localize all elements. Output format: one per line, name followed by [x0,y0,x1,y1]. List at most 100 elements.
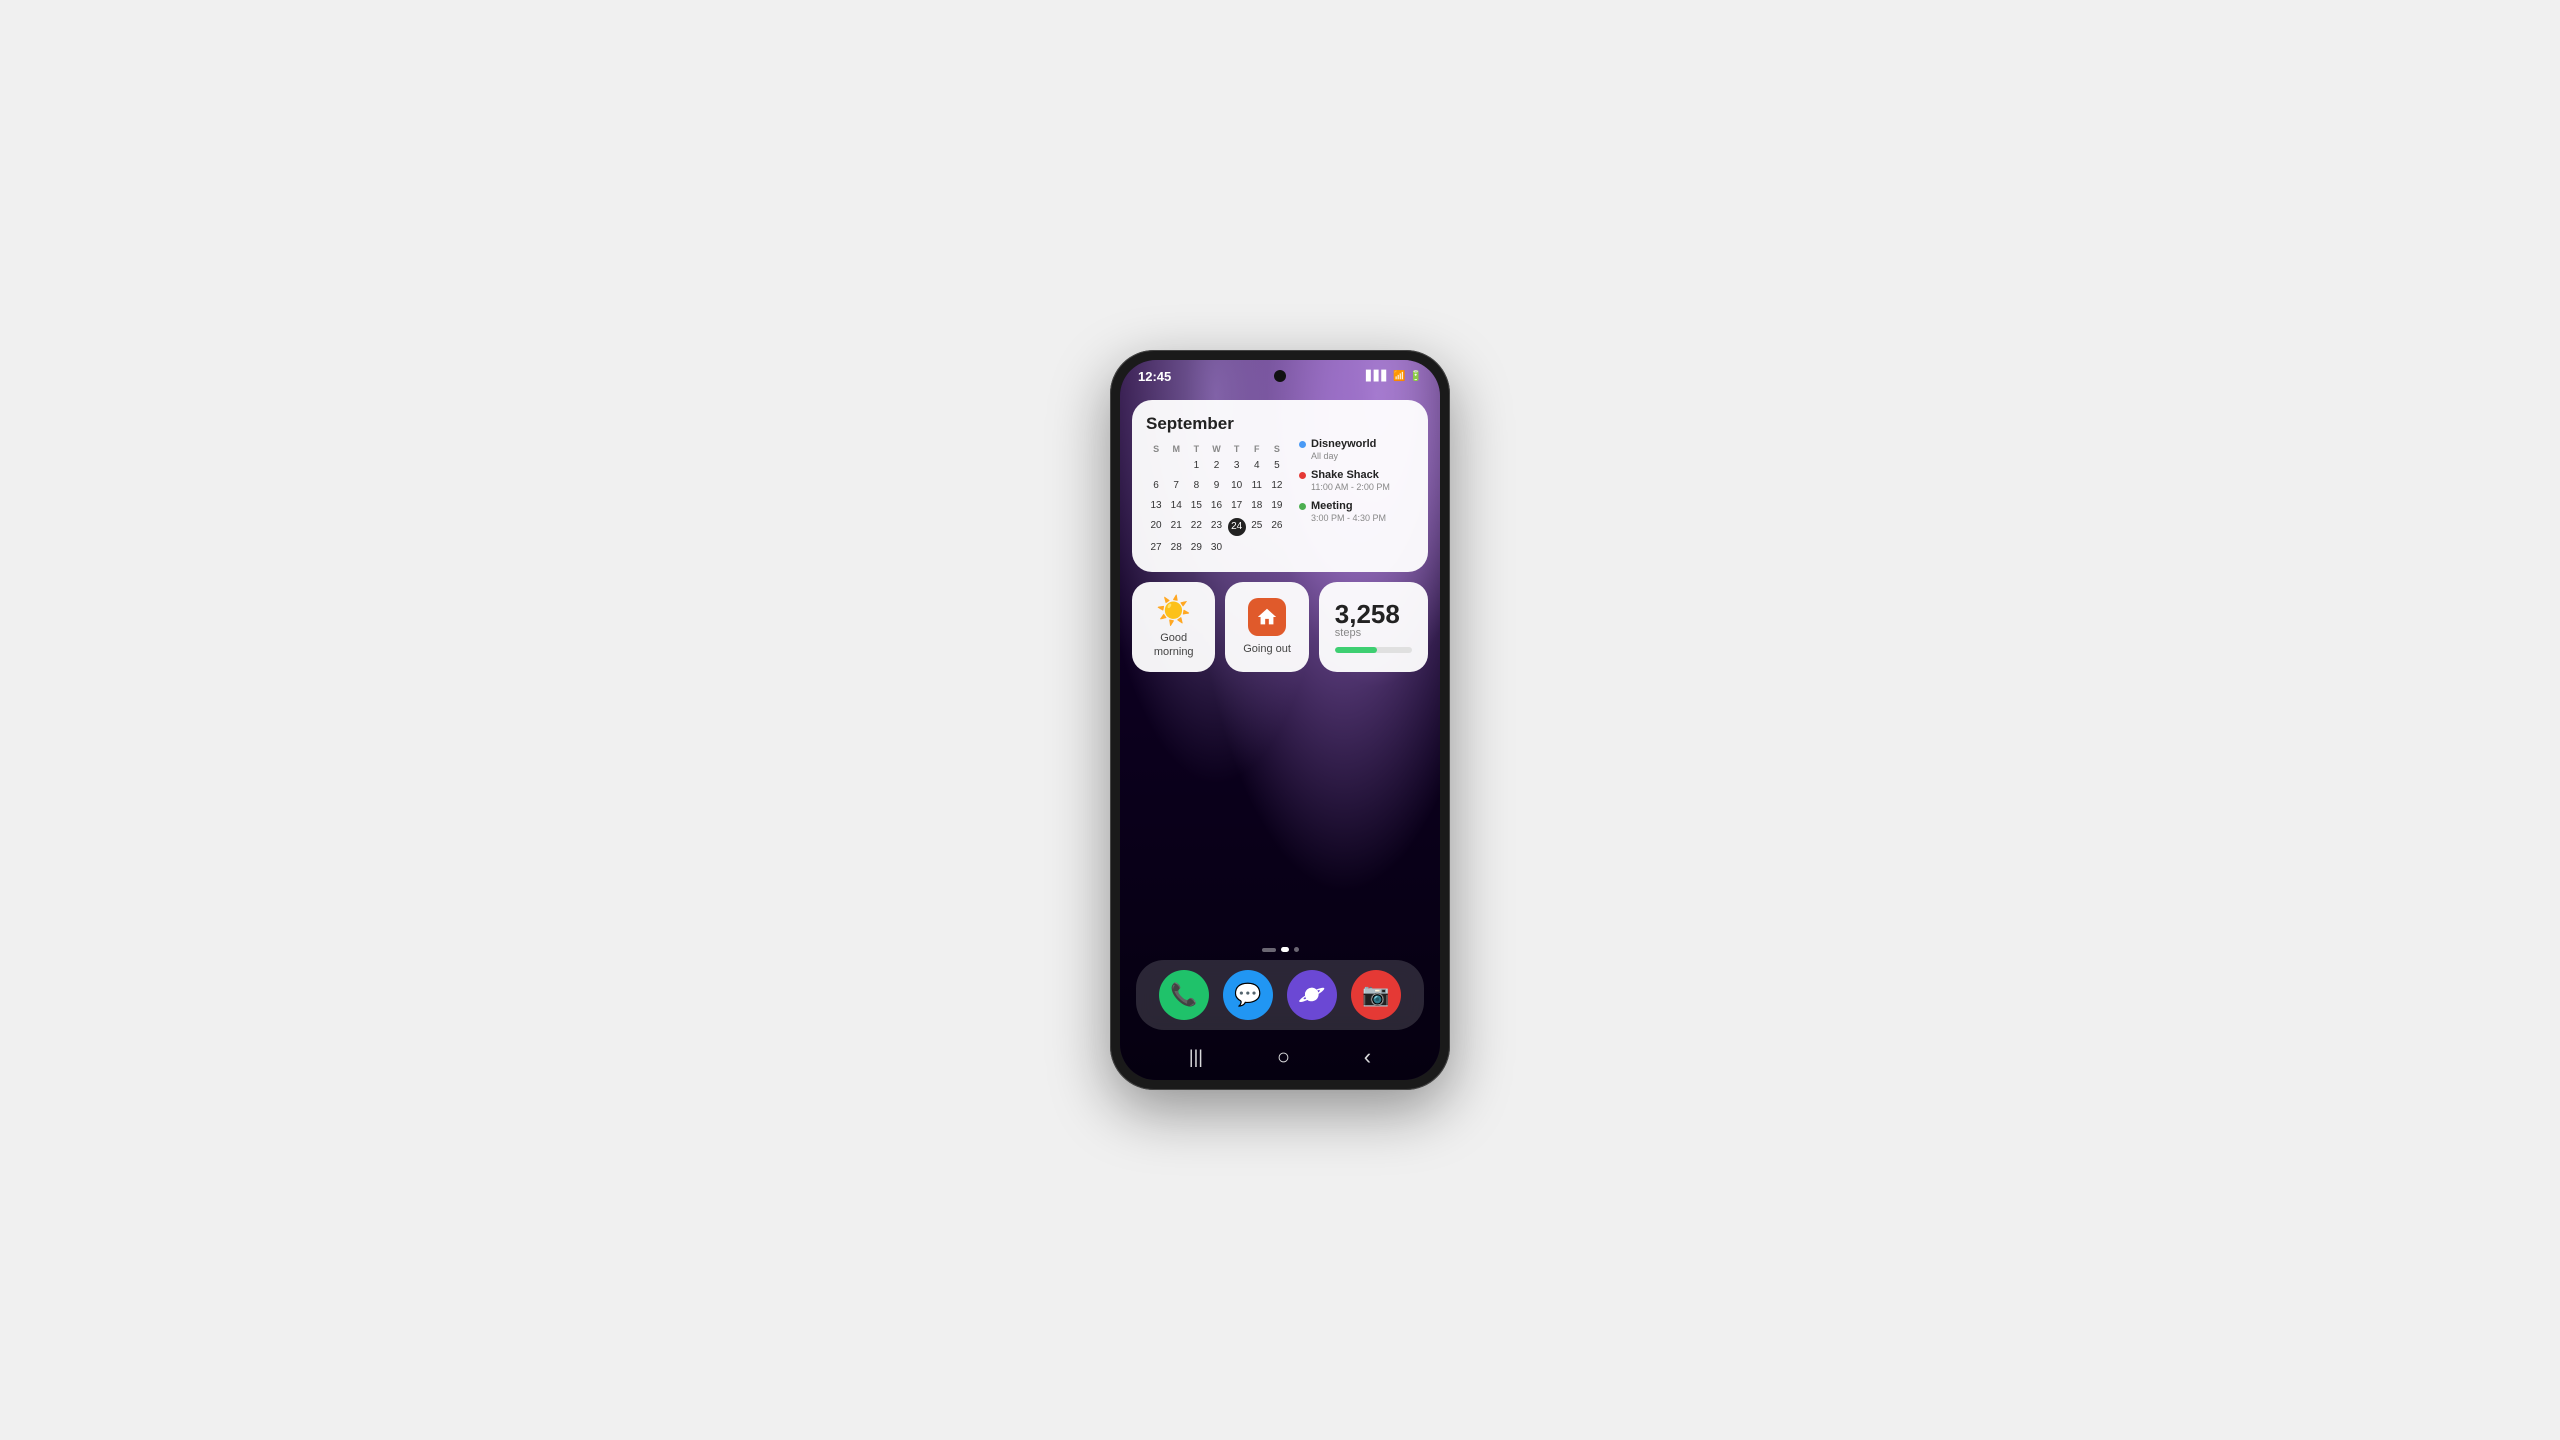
cal-hdr-tue: T [1186,442,1206,456]
cal-day: 2 [1206,456,1226,476]
event-dot-red [1299,472,1306,479]
cal-hdr-sat: S [1267,442,1287,456]
app-dock: 📞 💬 🪐 📷 [1136,960,1424,1030]
cal-week-4: 20 21 22 23 24 25 26 [1146,516,1287,538]
main-content: September S M T W T F S - [1120,392,1440,1080]
cal-day: 30 [1206,538,1226,558]
recent-apps-icon: ||| [1189,1047,1203,1067]
smartthings-label: Going out [1243,642,1291,656]
home-svg [1256,606,1278,628]
cal-day: 26 [1267,516,1287,538]
calendar-widget[interactable]: September S M T W T F S - [1132,400,1428,572]
wifi-icon: 📶 [1393,371,1405,382]
status-time: 12:45 [1138,369,1171,384]
event-time-meeting: 3:00 PM - 4:30 PM [1311,513,1414,523]
camera-notch [1274,370,1286,382]
cal-day: - [1146,456,1166,476]
event-disneyworld: Disneyworld All day [1299,438,1414,461]
steps-label: steps [1335,627,1361,639]
event-time-disneyworld: All day [1311,451,1414,461]
cal-day: - [1247,538,1267,558]
calendar-header-row: S M T W T F S [1146,442,1287,456]
cal-day: 1 [1186,456,1206,476]
widgets-row: ☀️ Good morning Going out 3,258 steps [1132,582,1428,672]
calendar-month: September [1146,414,1287,434]
dock-camera-app[interactable]: 📷 [1351,970,1401,1020]
event-dot-blue [1299,441,1306,448]
cal-day: 29 [1186,538,1206,558]
cal-hdr-mon: M [1166,442,1186,456]
cal-hdr-wed: W [1206,442,1226,456]
cal-day: 19 [1267,496,1287,516]
battery-icon: 🔋 [1410,371,1422,382]
event-name-shake-shack: Shake Shack [1311,469,1379,481]
calendar-grid: S M T W T F S - - 1 2 [1146,442,1287,558]
cal-day: 16 [1206,496,1226,516]
dock-browser-app[interactable]: 🪐 [1287,970,1337,1020]
event-name-meeting: Meeting [1311,500,1353,512]
camera-app-icon: 📷 [1362,982,1389,1008]
cal-day: 8 [1186,476,1206,496]
weather-widget[interactable]: ☀️ Good morning [1132,582,1215,672]
cal-day: 23 [1206,516,1226,538]
cal-day: - [1166,456,1186,476]
event-dot-green [1299,503,1306,510]
phone-app-icon: 📞 [1170,982,1197,1008]
cal-hdr-fri: F [1247,442,1267,456]
status-bar: 12:45 ▋▋▋ 📶 🔋 [1120,360,1440,392]
steps-progress-fill [1335,647,1377,653]
page-indicator-dot [1294,947,1299,952]
signal-icon: ▋▋▋ [1366,371,1389,382]
weather-label: Good morning [1144,631,1203,660]
sun-icon: ☀️ [1156,594,1191,627]
nav-bar: ||| ○ ‹ [1132,1038,1428,1080]
status-icons: ▋▋▋ 📶 🔋 [1366,371,1422,382]
cal-day: 20 [1146,516,1166,538]
messages-app-icon: 💬 [1234,982,1261,1008]
browser-app-icon: 🪐 [1298,982,1325,1008]
home-button[interactable]: ○ [1277,1044,1290,1070]
cal-day: 10 [1227,476,1247,496]
page-indicator-dash [1262,948,1276,952]
cal-day: 21 [1166,516,1186,538]
cal-day: 4 [1247,456,1267,476]
home-nav-icon: ○ [1277,1044,1290,1069]
dock-messages-app[interactable]: 💬 [1223,970,1273,1020]
cal-day: 28 [1166,538,1186,558]
cal-day: 6 [1146,476,1166,496]
cal-day: 14 [1166,496,1186,516]
event-name-disneyworld: Disneyworld [1311,438,1376,450]
cal-day: 22 [1186,516,1206,538]
cal-week-5: 27 28 29 30 - - - [1146,538,1287,558]
steps-widget[interactable]: 3,258 steps [1319,582,1428,672]
event-time-shake-shack: 11:00 AM - 2:00 PM [1311,482,1414,492]
back-button[interactable]: ‹ [1364,1044,1371,1070]
cal-day: 27 [1146,538,1166,558]
cal-day: 12 [1267,476,1287,496]
page-indicators [1132,947,1428,952]
steps-count: 3,258 [1335,601,1400,627]
cal-hdr-thu: T [1227,442,1247,456]
cal-hdr-sun: S [1146,442,1166,456]
recent-apps-button[interactable]: ||| [1189,1047,1203,1068]
cal-week-3: 13 14 15 16 17 18 19 [1146,496,1287,516]
smartthings-widget[interactable]: Going out [1225,582,1308,672]
phone-screen: 12:45 ▋▋▋ 📶 🔋 September S M T [1120,360,1440,1080]
calendar-events: Disneyworld All day Shake Shack 11:00 AM… [1299,414,1414,558]
dock-phone-app[interactable]: 📞 [1159,970,1209,1020]
cal-week-1: - - 1 2 3 4 5 [1146,456,1287,476]
cal-day-today: 24 [1227,516,1247,538]
steps-progress-bar [1335,647,1412,653]
cal-day: 3 [1227,456,1247,476]
cal-day: 11 [1247,476,1267,496]
back-icon: ‹ [1364,1044,1371,1069]
cal-day: 25 [1247,516,1267,538]
cal-week-2: 6 7 8 9 10 11 12 [1146,476,1287,496]
event-meeting: Meeting 3:00 PM - 4:30 PM [1299,500,1414,523]
cal-day: 7 [1166,476,1186,496]
cal-day: 9 [1206,476,1226,496]
cal-day: - [1267,538,1287,558]
cal-day: - [1227,538,1247,558]
cal-day: 13 [1146,496,1166,516]
event-shake-shack: Shake Shack 11:00 AM - 2:00 PM [1299,469,1414,492]
